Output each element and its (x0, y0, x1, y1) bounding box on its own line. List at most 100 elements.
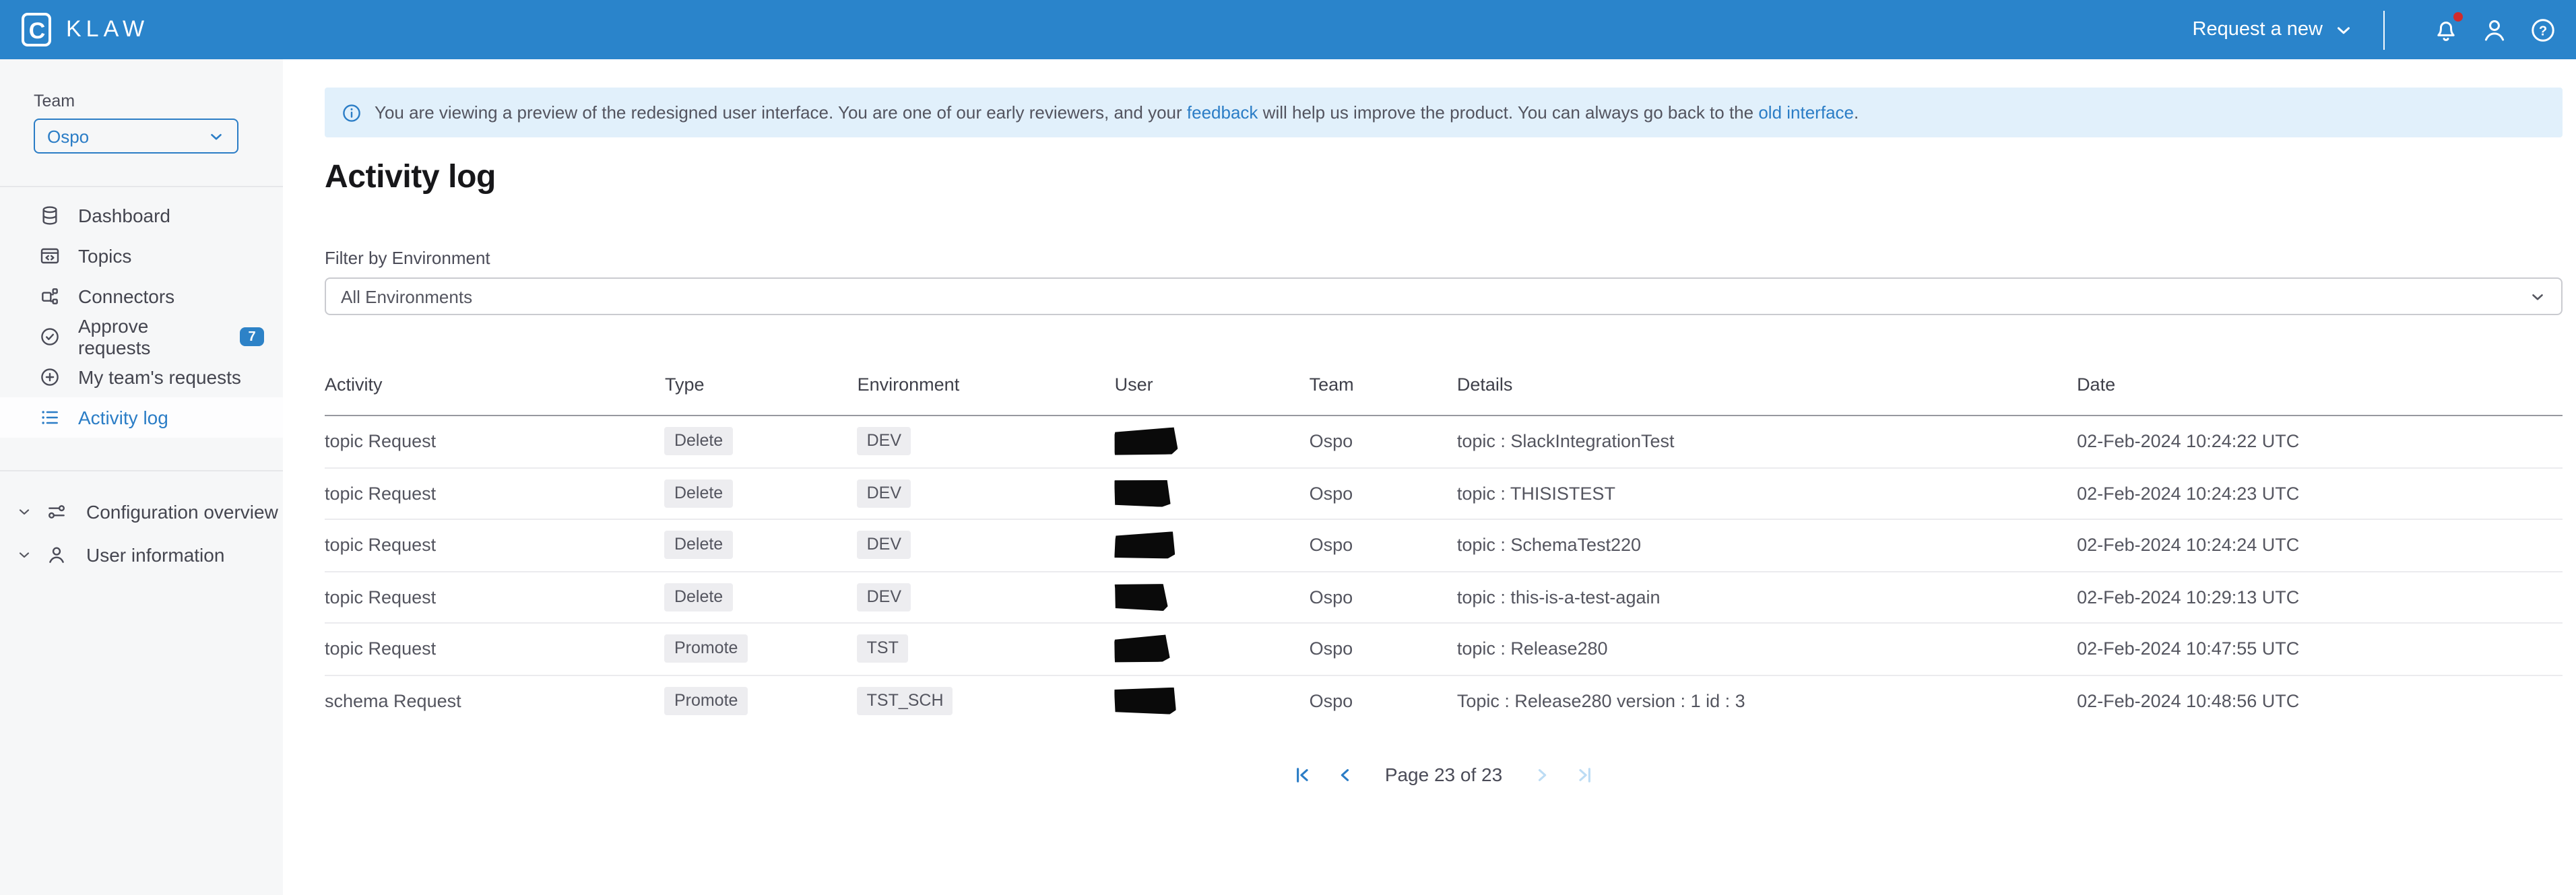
check-circle-icon (39, 326, 61, 347)
column-header-type: Type (665, 342, 858, 416)
user-profile-button[interactable] (2479, 15, 2509, 44)
environment-badge: TST (858, 635, 908, 663)
cell-type: Promote (665, 623, 858, 675)
page-indicator: Page 23 of 23 (1385, 764, 1502, 785)
redacted-username (1115, 634, 1171, 664)
environment-filter-label: Filter by Environment (325, 248, 2563, 268)
sidebar-item-label: Topics (78, 245, 131, 267)
environment-filter-select[interactable]: All Environments (325, 277, 2563, 315)
cell-details: topic : SchemaTest220 (1457, 519, 2077, 571)
type-badge: Promote (665, 687, 748, 715)
type-badge: Delete (665, 583, 732, 611)
cell-type: Delete (665, 571, 858, 623)
cell-user (1115, 519, 1310, 571)
first-page-button[interactable] (1291, 762, 1315, 787)
sidebar-group-user-information[interactable]: User information (0, 533, 283, 576)
list-icon (39, 407, 61, 428)
chevron-down-icon (2529, 288, 2546, 305)
environment-badge: TST_SCH (858, 687, 953, 715)
person-icon (46, 544, 67, 566)
approve-requests-count-badge: 7 (240, 327, 264, 346)
sidebar-item-approve-requests[interactable]: Approve requests 7 (0, 317, 283, 357)
klaw-logo-icon: C (19, 12, 54, 47)
app: C KLAW Request a new (0, 0, 2576, 895)
cell-date: 02-Feb-2024 10:24:23 UTC (2077, 467, 2563, 519)
cell-user (1115, 467, 1310, 519)
cell-type: Promote (665, 675, 858, 726)
table-header-row: Activity Type Environment User Team Deta… (325, 342, 2563, 416)
cell-activity: topic Request (325, 623, 665, 675)
environment-filter-value: All Environments (341, 286, 472, 306)
request-a-new-dropdown[interactable]: Request a new (2193, 19, 2354, 40)
cell-activity: topic Request (325, 571, 665, 623)
request-a-new-label: Request a new (2193, 19, 2323, 40)
team-select[interactable]: Ospo (34, 119, 238, 154)
sliders-icon (46, 501, 67, 523)
sidebar-divider (0, 186, 283, 187)
cell-team: Ospo (1310, 519, 1457, 571)
column-header-environment: Environment (858, 342, 1115, 416)
redacted-username (1115, 479, 1172, 507)
sidebar-item-connectors[interactable]: Connectors (0, 276, 283, 317)
info-icon (341, 102, 362, 123)
last-page-button[interactable] (1572, 762, 1597, 787)
environment-badge: DEV (858, 479, 911, 508)
cell-date: 02-Feb-2024 10:47:55 UTC (2077, 623, 2563, 675)
table-row: topic Request Delete DEV Ospo topic : th… (325, 571, 2563, 623)
notifications-button[interactable] (2430, 15, 2460, 44)
table-row: schema Request Promote TST_SCH Ospo Topi… (325, 675, 2563, 726)
environment-filter: Filter by Environment All Environments (325, 248, 2563, 315)
sidebar-item-dashboard[interactable]: Dashboard (0, 195, 283, 236)
cell-user (1115, 623, 1310, 675)
sidebar-divider (0, 470, 283, 471)
cell-team: Ospo (1310, 467, 1457, 519)
redacted-username (1115, 531, 1176, 560)
team-select-value: Ospo (47, 126, 89, 146)
banner-text-part: You are viewing a preview of the redesig… (375, 102, 1187, 123)
main-content: You are viewing a preview of the redesig… (283, 59, 2576, 895)
cell-environment: DEV (858, 571, 1115, 623)
sidebar-item-label: My team's requests (78, 366, 241, 388)
notification-dot (2453, 12, 2463, 22)
cell-user (1115, 416, 1310, 467)
table-row: topic Request Promote TST Ospo topic : R… (325, 623, 2563, 675)
klaw-logo[interactable]: C KLAW (19, 12, 149, 47)
old-interface-link[interactable]: old interface (1758, 102, 1854, 123)
cell-details: topic : SlackIntegrationTest (1457, 416, 2077, 467)
cell-date: 02-Feb-2024 10:48:56 UTC (2077, 675, 2563, 726)
cell-team: Ospo (1310, 623, 1457, 675)
sidebar-item-topics[interactable]: Topics (0, 236, 283, 276)
sidebar-nav: Dashboard Topics (0, 195, 283, 438)
cell-team: Ospo (1310, 416, 1457, 467)
cell-activity: schema Request (325, 675, 665, 726)
chevron-down-icon (2333, 20, 2354, 40)
cell-team: Ospo (1310, 675, 1457, 726)
help-button[interactable]: ? (2527, 15, 2557, 44)
topics-icon (39, 245, 61, 267)
redacted-username (1115, 427, 1179, 456)
chevron-down-icon (16, 504, 32, 520)
next-page-button[interactable] (1529, 762, 1553, 787)
banner-text-part: will help us improve the product. You ca… (1258, 102, 1758, 123)
environment-badge: DEV (858, 428, 911, 456)
column-header-activity: Activity (325, 342, 665, 416)
column-header-user: User (1115, 342, 1310, 416)
previous-page-button[interactable] (1334, 762, 1358, 787)
redacted-username (1115, 687, 1177, 715)
cell-team: Ospo (1310, 571, 1457, 623)
plus-circle-icon (39, 366, 61, 388)
sidebar-item-activity-log[interactable]: Activity log (0, 397, 283, 438)
chevron-down-icon (16, 547, 32, 563)
feedback-link[interactable]: feedback (1187, 102, 1258, 123)
svg-text:C: C (29, 18, 46, 44)
banner-text: You are viewing a preview of the redesig… (375, 102, 1859, 123)
team-label: Team (34, 92, 261, 110)
cell-environment: TST (858, 623, 1115, 675)
column-header-date: Date (2077, 342, 2563, 416)
type-badge: Promote (665, 635, 748, 663)
sidebar-item-my-teams-requests[interactable]: My team's requests (0, 357, 283, 397)
sidebar-group-configuration-overview[interactable]: Configuration overview (0, 490, 283, 533)
cell-date: 02-Feb-2024 10:29:13 UTC (2077, 571, 2563, 623)
cell-environment: DEV (858, 467, 1115, 519)
cell-activity: topic Request (325, 519, 665, 571)
